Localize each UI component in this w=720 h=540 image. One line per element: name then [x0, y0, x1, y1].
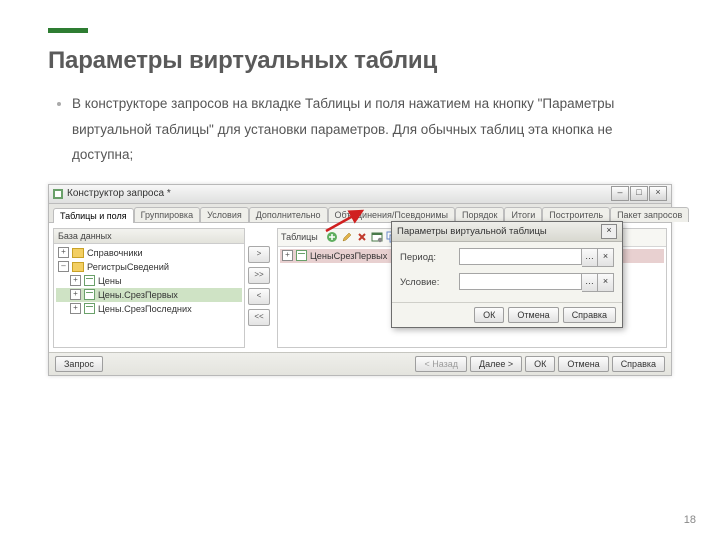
tree-label: Цены.СрезПервых [98, 288, 178, 302]
add-icon[interactable] [326, 231, 339, 244]
move-right-button[interactable]: > [248, 246, 270, 263]
page-number: 18 [684, 514, 696, 526]
vt-params-icon[interactable] [371, 231, 384, 244]
condition-label: Условие: [400, 277, 453, 288]
database-pane: База данных + Справочники – РегистрыСведен… [53, 228, 245, 348]
table-icon [84, 275, 95, 286]
form-row-period: Период: …× [400, 248, 614, 267]
expand-icon[interactable]: + [70, 275, 81, 286]
move-buttons: > >> < << [245, 224, 273, 352]
tab-tables-fields[interactable]: Таблицы и поля [53, 208, 134, 223]
edit-icon[interactable] [341, 231, 354, 244]
expand-icon[interactable]: + [70, 303, 81, 314]
table-icon [296, 250, 307, 261]
tab-conditions[interactable]: Условия [200, 207, 249, 222]
window-min-button[interactable]: – [611, 186, 629, 201]
accent-bar [48, 28, 88, 33]
table-icon [84, 303, 95, 314]
db-tree[interactable]: + Справочники – РегистрыСведений + Цены + Це… [54, 244, 244, 318]
table-icon [84, 289, 95, 300]
tree-label: Цены [98, 274, 122, 288]
tab-order[interactable]: Порядок [455, 207, 504, 222]
bullet-item: В конструкторе запросов на вкладке Табли… [72, 91, 672, 168]
tree-label: РегистрыСведений [87, 260, 169, 274]
move-left-button[interactable]: < [248, 288, 270, 305]
tree-item[interactable]: + Цены.СрезПоследних [56, 302, 242, 316]
delete-x-icon[interactable] [356, 231, 369, 244]
query-button[interactable]: Запрос [55, 356, 103, 372]
bullet-list: В конструкторе запросов на вкладке Табли… [48, 91, 672, 168]
tab-grouping[interactable]: Группировка [134, 207, 200, 222]
dialog-title: Параметры виртуальной таблицы [397, 226, 547, 237]
tree-label: Цены.СрезПоследних [98, 302, 192, 316]
tab-joins-aliases[interactable]: Объединения/Псевдонимы [328, 207, 455, 222]
slide-title: Параметры виртуальных таблиц [48, 47, 672, 75]
dialog-titlebar: Параметры виртуальной таблицы × [392, 222, 622, 242]
tab-builder[interactable]: Построитель [542, 207, 610, 222]
dialog-help-button[interactable]: Справка [563, 307, 616, 323]
condition-clear-button[interactable]: × [598, 273, 614, 292]
folder-icon [72, 262, 84, 272]
condition-input[interactable] [459, 273, 582, 290]
condition-picker-button[interactable]: … [582, 273, 598, 292]
window-footer: Запрос < Назад Далее > ОК Отмена Справка [49, 352, 671, 375]
ok-button[interactable]: ОК [525, 356, 555, 372]
period-clear-button[interactable]: × [598, 248, 614, 267]
database-pane-header: База данных [54, 229, 244, 244]
tree-label: Справочники [87, 246, 143, 260]
tree-label: ЦеныСрезПервых [310, 249, 387, 263]
move-all-right-button[interactable]: >> [248, 267, 270, 284]
back-button[interactable]: < Назад [415, 356, 467, 372]
vt-params-dialog: Параметры виртуальной таблицы × Период: … [391, 221, 623, 328]
expand-icon[interactable]: + [58, 247, 69, 258]
titlebar: Конструктор запроса * – □ × [49, 185, 671, 204]
tables-pane-header: Таблицы [281, 232, 324, 242]
collapse-icon[interactable]: – [58, 261, 69, 272]
move-all-left-button[interactable]: << [248, 309, 270, 326]
tree-item[interactable]: + Цены [56, 274, 242, 288]
app-window: Конструктор запроса * – □ × Таблицы и по… [48, 184, 672, 376]
expand-icon[interactable]: + [70, 289, 81, 300]
next-button[interactable]: Далее > [470, 356, 522, 372]
window-max-button[interactable]: □ [630, 186, 648, 201]
expand-icon[interactable]: + [282, 250, 293, 261]
dialog-close-button[interactable]: × [601, 224, 617, 239]
tree-item[interactable]: + Справочники [56, 246, 242, 260]
period-input[interactable] [459, 248, 582, 265]
tab-totals[interactable]: Итоги [504, 207, 542, 222]
tree-item-selected[interactable]: + Цены.СрезПервых [56, 288, 242, 302]
dialog-cancel-button[interactable]: Отмена [508, 307, 558, 323]
tab-batch[interactable]: Пакет запросов [610, 207, 689, 222]
period-label: Период: [400, 252, 453, 263]
period-picker-button[interactable]: … [582, 248, 598, 267]
window-title: Конструктор запроса * [67, 188, 171, 199]
dialog-ok-button[interactable]: ОК [474, 307, 504, 323]
tree-item[interactable]: – РегистрыСведений [56, 260, 242, 274]
app-icon [53, 189, 63, 199]
window-close-button[interactable]: × [649, 186, 667, 201]
cancel-button[interactable]: Отмена [558, 356, 608, 372]
form-row-condition: Условие: …× [400, 273, 614, 292]
folder-icon [72, 248, 84, 258]
tab-advanced[interactable]: Дополнительно [249, 207, 328, 222]
help-button[interactable]: Справка [612, 356, 665, 372]
